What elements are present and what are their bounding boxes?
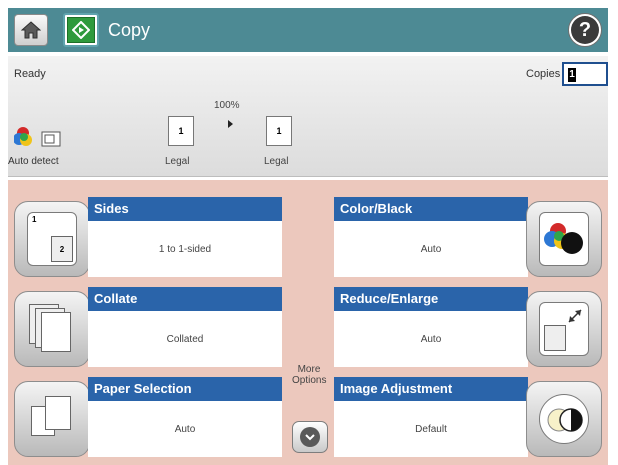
arrow-right-icon — [228, 120, 233, 128]
paper-selection-icon — [27, 392, 77, 446]
original-size-label: Legal — [165, 156, 190, 167]
chevron-down-icon — [300, 427, 320, 447]
copy-options-panel: 1 2 Sides 1 to 1-sided Color/Black Auto — [8, 180, 608, 465]
sides-icon-button[interactable]: 1 2 — [14, 201, 90, 277]
zoom-level: 100% — [214, 100, 240, 111]
title-bar: Copy ? — [8, 8, 608, 52]
copies-label: Copies : — [526, 68, 567, 80]
color-black-icon — [539, 212, 589, 266]
paper-selection-tile[interactable]: Paper Selection Auto — [14, 375, 282, 461]
collate-value: Collated — [88, 311, 282, 367]
collate-icon — [27, 302, 77, 356]
sides-tile[interactable]: 1 2 Sides 1 to 1-sided — [14, 195, 282, 281]
auto-detect-label: Auto detect — [8, 156, 59, 167]
color-black-icon-button[interactable] — [526, 201, 602, 277]
image-adjustment-icon-button[interactable] — [526, 381, 602, 457]
sides-title: Sides — [88, 197, 282, 221]
help-button[interactable]: ? — [568, 13, 602, 47]
output-page-number: 1 — [276, 126, 282, 136]
original-page-number: 1 — [178, 126, 184, 136]
copies-value: 1 — [568, 68, 576, 82]
copy-start-button[interactable] — [63, 13, 99, 47]
collate-tile[interactable]: Collate Collated — [14, 285, 282, 371]
copy-start-icon — [72, 21, 90, 39]
collate-icon-button[interactable] — [14, 291, 90, 367]
collate-title: Collate — [88, 287, 282, 311]
color-detect-icon — [14, 127, 61, 147]
home-icon — [21, 21, 41, 39]
reduce-enlarge-icon-button[interactable] — [526, 291, 602, 367]
help-icon: ? — [571, 16, 599, 44]
reduce-enlarge-title: Reduce/Enlarge — [334, 287, 528, 311]
resize-icon — [539, 302, 589, 356]
color-black-tile[interactable]: Color/Black Auto — [334, 195, 602, 281]
copies-field[interactable]: 1 — [562, 62, 608, 86]
image-adjustment-value: Default — [334, 401, 528, 457]
sides-value: 1 to 1-sided — [88, 221, 282, 277]
status-panel: Ready Copies : 1 100% 1 Legal 1 Legal Au… — [8, 56, 608, 177]
paper-selection-title: Paper Selection — [88, 377, 282, 401]
status-text: Ready — [14, 68, 46, 80]
reduce-enlarge-value: Auto — [334, 311, 528, 367]
page-title: Copy — [108, 20, 151, 40]
more-options-label: More Options — [292, 364, 327, 386]
image-adjustment-title: Image Adjustment — [334, 377, 528, 401]
contrast-icon — [539, 394, 589, 444]
paper-selection-icon-button[interactable] — [14, 381, 90, 457]
reduce-enlarge-tile[interactable]: Reduce/Enlarge Auto — [334, 285, 602, 371]
sides-icon: 1 2 — [27, 212, 77, 266]
color-black-value: Auto — [334, 221, 528, 277]
output-page-preview: 1 — [266, 116, 292, 146]
color-black-title: Color/Black — [334, 197, 528, 221]
image-adjustment-tile[interactable]: Image Adjustment Default — [334, 375, 602, 461]
home-button[interactable] — [14, 14, 48, 46]
output-size-label: Legal — [264, 156, 289, 167]
more-options-button[interactable] — [292, 421, 328, 453]
paper-selection-value: Auto — [88, 401, 282, 457]
original-page-preview: 1 — [168, 116, 194, 146]
